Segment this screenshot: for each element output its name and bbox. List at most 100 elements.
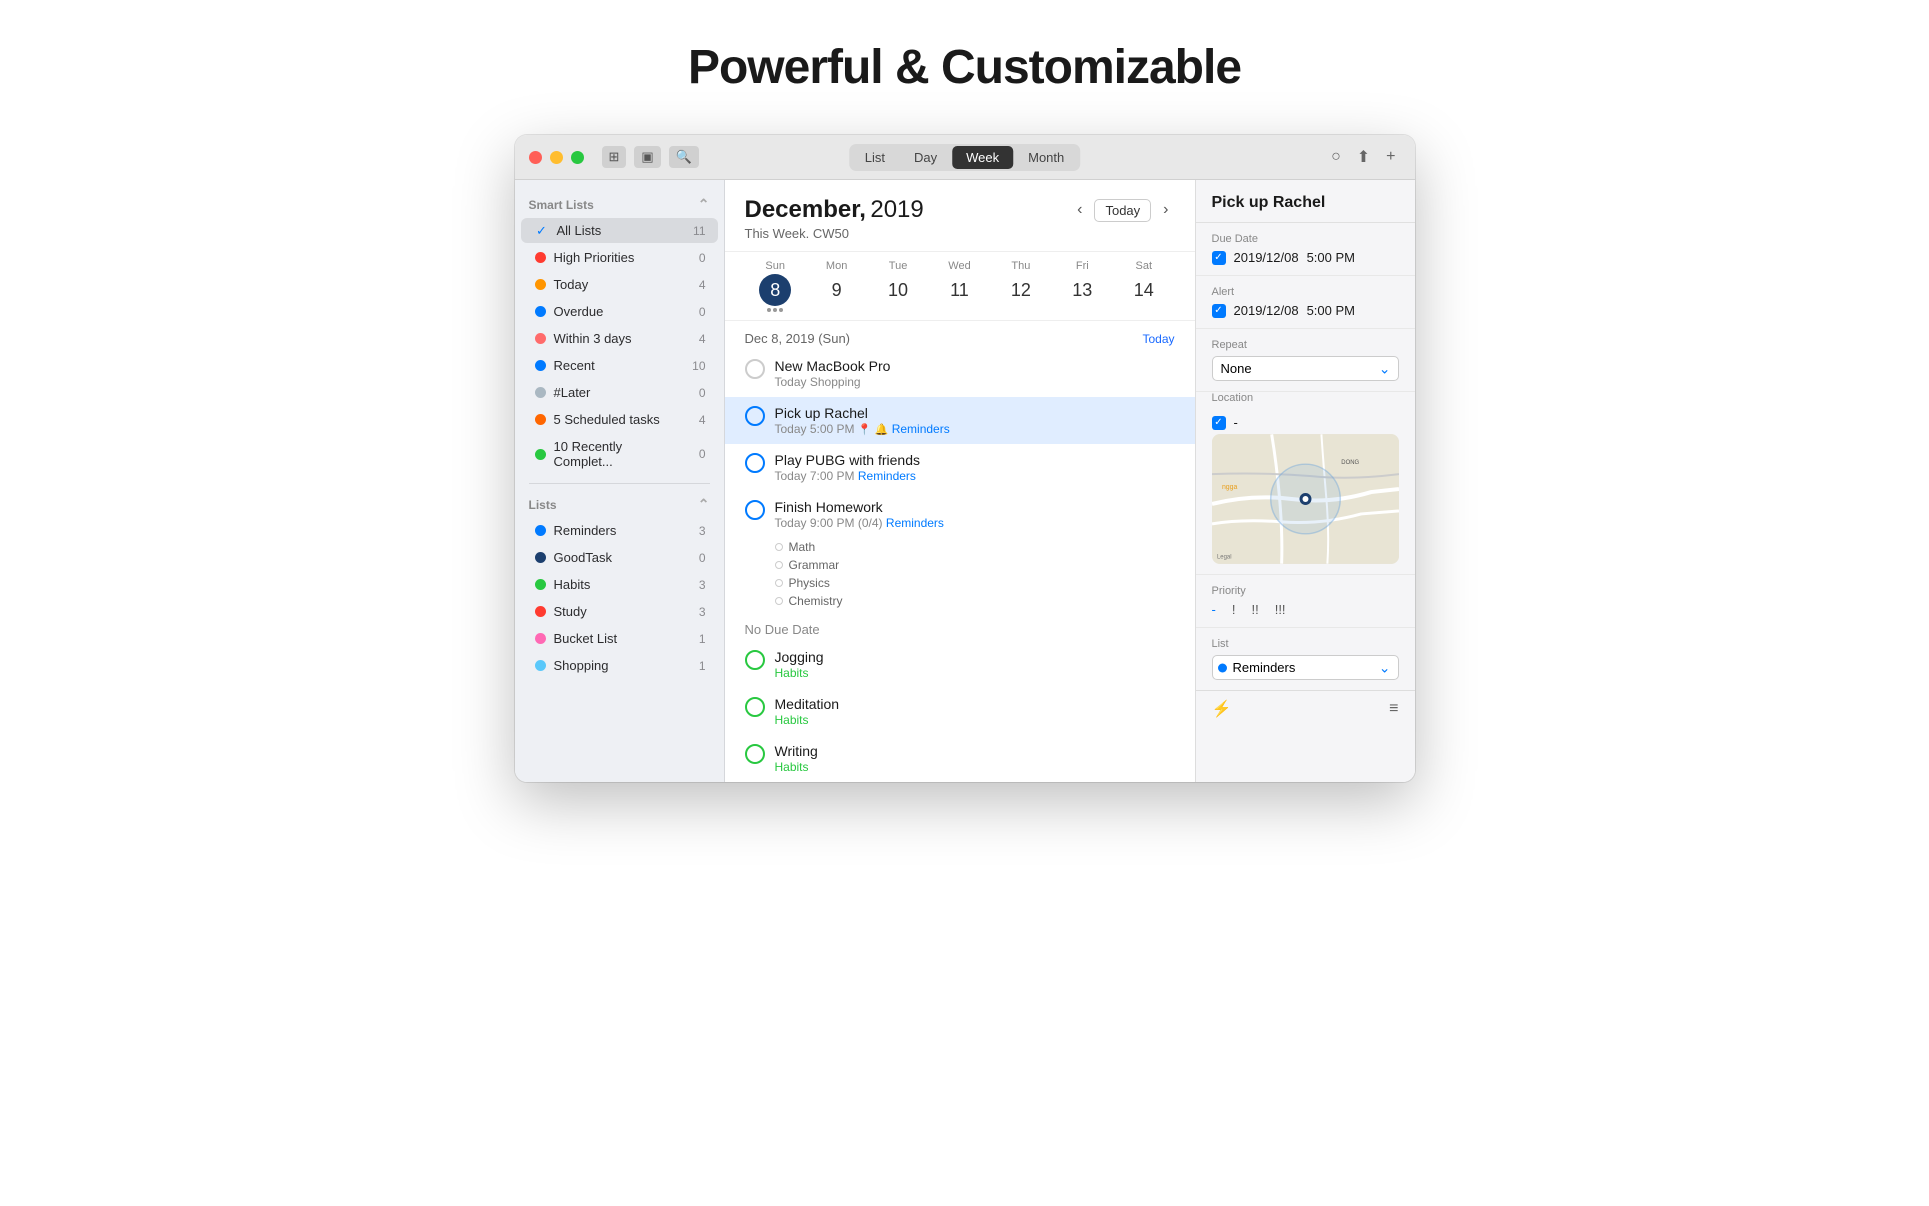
sidebar: Smart Lists ⌃ ✓ All Lists 11 High Priori… — [515, 180, 725, 782]
prev-week-button[interactable]: ‹ — [1071, 199, 1088, 221]
circle-icon-btn[interactable]: ○ — [1326, 146, 1346, 168]
dot-icon — [535, 333, 546, 344]
maximize-button[interactable] — [571, 151, 584, 164]
priority-high[interactable]: !!! — [1275, 602, 1286, 617]
alert-time-value: 5:00 PM — [1307, 303, 1355, 318]
task-circle[interactable] — [745, 744, 765, 764]
search-button[interactable]: 🔍 — [669, 146, 699, 168]
task-name: Finish Homework — [775, 499, 1175, 515]
task-item-play-pubg[interactable]: Play PUBG with friends Today 7:00 PM Rem… — [725, 444, 1195, 491]
sidebar-label: 5 Scheduled tasks — [554, 412, 684, 427]
task-info: Finish Homework Today 9:00 PM (0/4) Remi… — [775, 499, 1175, 530]
task-name: Jogging — [775, 649, 1175, 665]
task-item-pick-up-rachel[interactable]: Pick up Rachel Today 5:00 PM 📍 🔔 Reminde… — [725, 397, 1195, 444]
dot-icon — [535, 606, 546, 617]
sidebar-toggle-button[interactable]: ⊞ — [602, 146, 627, 168]
sidebar-count: 4 — [692, 278, 706, 292]
sidebar-item-today[interactable]: Today 4 — [521, 272, 718, 297]
task-circle[interactable] — [745, 650, 765, 670]
day-wed[interactable]: Wed 11 — [929, 252, 990, 320]
panel-toggle-button[interactable]: ▣ — [634, 146, 660, 168]
close-button[interactable] — [529, 151, 542, 164]
sidebar-item-all-lists[interactable]: ✓ All Lists 11 — [521, 218, 718, 243]
repeat-section: Repeat None Every Day Every Week Every M… — [1196, 329, 1415, 392]
day-sun[interactable]: Sun 8 — [745, 252, 806, 320]
day-dot — [767, 308, 771, 312]
task-item-finish-homework[interactable]: Finish Homework Today 9:00 PM (0/4) Remi… — [725, 491, 1195, 538]
svg-text:ngga: ngga — [1221, 484, 1237, 491]
task-name: Writing — [775, 743, 1175, 759]
minimize-button[interactable] — [550, 151, 563, 164]
day-tue[interactable]: Tue 10 — [867, 252, 928, 320]
day-thu[interactable]: Thu 12 — [990, 252, 1051, 320]
tab-list[interactable]: List — [851, 146, 899, 169]
task-circle[interactable] — [745, 500, 765, 520]
sidebar-item-recent[interactable]: Recent 10 — [521, 353, 718, 378]
next-week-button[interactable]: › — [1157, 199, 1174, 221]
list-section: List Reminders GoodTask Habits Study Buc… — [1196, 628, 1415, 690]
task-meta: Habits — [775, 713, 1175, 727]
sidebar-item-recently-complete[interactable]: 10 Recently Complet... 0 — [521, 434, 718, 474]
subtask-item: Math — [725, 538, 1195, 556]
sidebar-item-study[interactable]: Study 3 — [521, 599, 718, 624]
sidebar-item-shopping[interactable]: Shopping 1 — [521, 653, 718, 678]
task-circle[interactable] — [745, 697, 765, 717]
sidebar-item-goodtask[interactable]: GoodTask 0 — [521, 545, 718, 570]
list-select[interactable]: Reminders GoodTask Habits Study Bucket L… — [1212, 655, 1399, 680]
sidebar-item-reminders[interactable]: Reminders 3 — [521, 518, 718, 543]
add-icon-btn[interactable]: + — [1381, 146, 1400, 168]
day-sat[interactable]: Sat 14 — [1113, 252, 1174, 320]
sidebar-item-high-priorities[interactable]: High Priorities 0 — [521, 245, 718, 270]
today-button[interactable]: Today — [1094, 199, 1151, 222]
dot-icon — [535, 660, 546, 671]
sidebar-count: 3 — [692, 524, 706, 538]
task-item-meditation[interactable]: Meditation Habits — [725, 688, 1195, 735]
task-item-jogging[interactable]: Jogging Habits — [725, 641, 1195, 688]
task-circle[interactable] — [745, 359, 765, 379]
day-fri[interactable]: Fri 13 — [1052, 252, 1113, 320]
date-label: Dec 8, 2019 (Sun) — [745, 331, 851, 346]
task-circle[interactable] — [745, 453, 765, 473]
sidebar-item-later[interactable]: #Later 0 — [521, 380, 718, 405]
location-checkbox[interactable]: ✓ — [1212, 416, 1226, 430]
checkmark-icon: ✓ — [535, 224, 549, 238]
priority-low[interactable]: ! — [1232, 602, 1236, 617]
priority-options: - ! !! !!! — [1212, 602, 1399, 617]
sidebar-item-bucket-list[interactable]: Bucket List 1 — [521, 626, 718, 651]
tab-day[interactable]: Day — [900, 146, 951, 169]
sidebar-item-overdue[interactable]: Overdue 0 — [521, 299, 718, 324]
day-mon[interactable]: Mon 9 — [806, 252, 867, 320]
task-info: New MacBook Pro Today Shopping — [775, 358, 1175, 389]
task-info: Writing Habits — [775, 743, 1175, 774]
tab-month[interactable]: Month — [1014, 146, 1078, 169]
task-item-writing[interactable]: Writing Habits — [725, 735, 1195, 782]
repeat-select[interactable]: None Every Day Every Week Every Month Ev… — [1212, 356, 1399, 381]
alert-checkbox[interactable]: ✓ — [1212, 304, 1226, 318]
svg-text:DONG: DONG — [1341, 460, 1359, 466]
menu-icon[interactable]: ≡ — [1389, 700, 1398, 718]
due-date-label: Due Date — [1212, 233, 1399, 245]
due-date-checkbox[interactable]: ✓ — [1212, 251, 1226, 265]
task-item[interactable]: New MacBook Pro Today Shopping — [725, 350, 1195, 397]
dot-icon — [535, 306, 546, 317]
task-circle[interactable] — [745, 406, 765, 426]
detail-bottom-toolbar: ⚡ ≡ — [1196, 690, 1415, 727]
sidebar-item-within-3-days[interactable]: Within 3 days 4 — [521, 326, 718, 351]
due-date-section: Due Date ✓ 2019/12/08 5:00 PM — [1196, 223, 1415, 276]
sidebar-count: 0 — [692, 305, 706, 319]
subtask-circle — [775, 543, 783, 551]
task-info: Jogging Habits — [775, 649, 1175, 680]
today-label: Today — [1142, 332, 1174, 346]
priority-none[interactable]: - — [1212, 602, 1216, 617]
sidebar-label: #Later — [554, 385, 684, 400]
sidebar-item-habits[interactable]: Habits 3 — [521, 572, 718, 597]
lightning-icon[interactable]: ⚡ — [1212, 699, 1232, 719]
priority-medium[interactable]: !! — [1251, 602, 1258, 617]
due-date-row: ✓ 2019/12/08 5:00 PM — [1212, 250, 1399, 265]
week-row: Sun 8 Mon 9 Tue 10 — [725, 252, 1195, 321]
priority-label: Priority — [1212, 585, 1399, 597]
tab-week[interactable]: Week — [952, 146, 1013, 169]
sidebar-item-5-scheduled[interactable]: 5 Scheduled tasks 4 — [521, 407, 718, 432]
share-icon-btn[interactable]: ⬆ — [1352, 145, 1375, 169]
sidebar-label: Study — [554, 604, 684, 619]
